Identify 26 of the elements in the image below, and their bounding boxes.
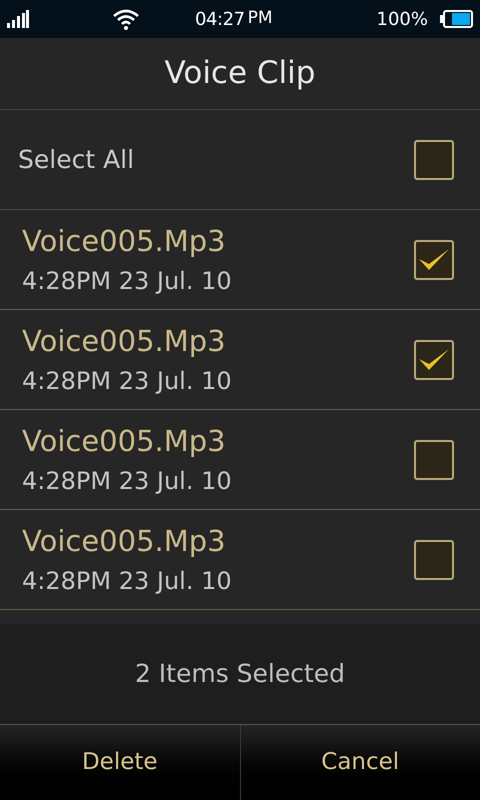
clip-date: 4:28PM 23 Jul. 10 [22,466,233,496]
checkbox[interactable] [414,140,454,180]
checkbox[interactable] [414,340,454,380]
clock-period: PM [248,7,273,30]
checkbox[interactable] [414,240,454,280]
clock-time: 04:27 [195,8,245,32]
signal-icon [7,10,29,28]
screen-title: Voice Clip [164,54,316,94]
delete-button[interactable]: Delete [0,725,240,800]
clip-name: Voice005.Mp3 [22,222,227,260]
battery-icon [440,10,473,28]
clip-name: Voice005.Mp3 [22,322,227,360]
battery-percent: 100% [376,8,428,32]
clip-date: 4:28PM 23 Jul. 10 [22,266,233,296]
clip-name: Voice005.Mp3 [22,422,227,460]
check-icon [418,346,450,372]
selection-count: 2 Items Selected [134,658,346,690]
select-all-label: Select All [18,144,134,176]
clip-name: Voice005.Mp3 [22,522,227,560]
checkbox[interactable] [414,540,454,580]
clip-date: 4:28PM 23 Jul. 10 [22,366,233,396]
wifi-icon [112,8,140,30]
clip-date: 4:28PM 23 Jul. 10 [22,566,233,596]
check-icon [418,246,450,272]
checkbox[interactable] [414,440,454,480]
cancel-button[interactable]: Cancel [240,725,480,800]
